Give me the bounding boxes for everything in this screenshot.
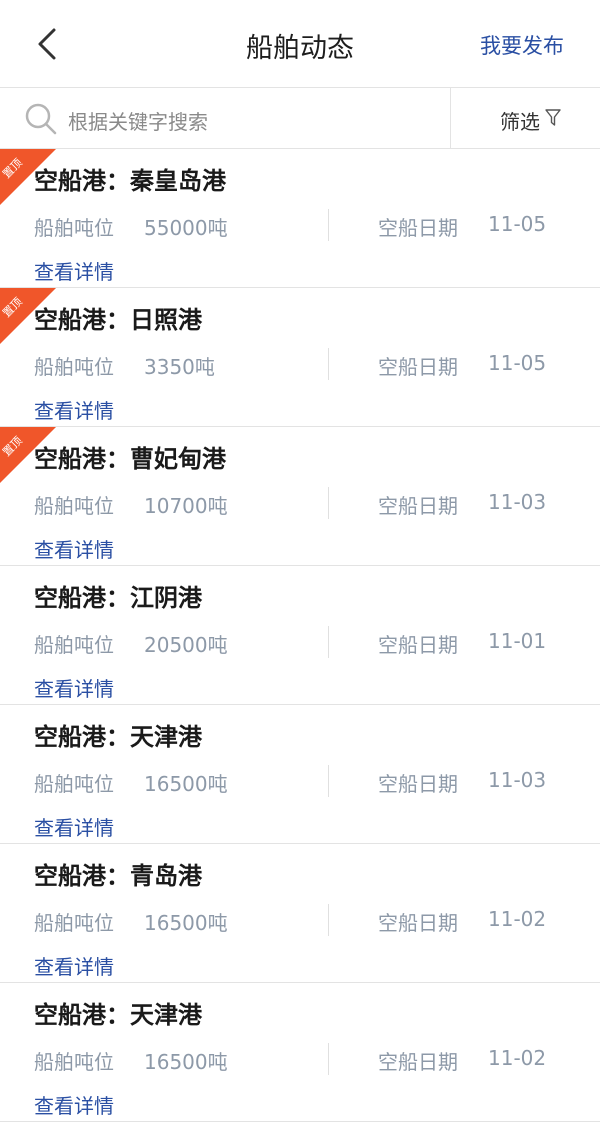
tonnage-value: 16500吨	[144, 1050, 228, 1074]
empty-date-label: 空船日期	[378, 1050, 458, 1074]
filter-button[interactable]: 筛选	[452, 88, 600, 148]
listing-title: 空船港：青岛港	[34, 862, 202, 890]
back-button[interactable]	[28, 24, 68, 64]
listing-card[interactable]: 空船港：江阴港 船舶吨位 20500吨 空船日期 11-01 查看详情	[0, 566, 600, 705]
funnel-icon	[545, 109, 561, 126]
empty-date-value: 11-05	[488, 351, 547, 375]
tonnage-label: 船舶吨位	[34, 216, 114, 240]
view-details-link[interactable]: 查看详情	[34, 812, 114, 841]
view-details-link[interactable]: 查看详情	[34, 1090, 114, 1119]
info-divider	[328, 209, 329, 241]
listing-info-row: 船舶吨位 16500吨 空船日期 11-02	[0, 1043, 600, 1075]
listing-title: 空船港：曹妃甸港	[34, 445, 226, 473]
listing-title: 空船港：日照港	[34, 306, 202, 334]
info-divider	[328, 765, 329, 797]
info-divider	[328, 487, 329, 519]
listing-card[interactable]: 空船港：天津港 船舶吨位 16500吨 空船日期 11-02 查看详情	[0, 983, 600, 1122]
filter-label: 筛选	[500, 110, 540, 134]
search-placeholder: 根据关键字搜索	[68, 110, 208, 134]
listing-card[interactable]: 置顶 空船港：秦皇岛港 船舶吨位 55000吨 空船日期 11-05 查看详情	[0, 149, 600, 288]
tonnage-label: 船舶吨位	[34, 911, 114, 935]
tonnage-value: 16500吨	[144, 911, 228, 935]
info-divider	[328, 904, 329, 936]
empty-date-value: 11-03	[488, 490, 547, 514]
view-details-link[interactable]: 查看详情	[34, 395, 114, 424]
listing-info-row: 船舶吨位 55000吨 空船日期 11-05	[0, 209, 600, 241]
empty-date-value: 11-01	[488, 629, 547, 653]
search-icon	[25, 103, 57, 135]
tonnage-label: 船舶吨位	[34, 1050, 114, 1074]
listing-title: 空船港：秦皇岛港	[34, 167, 226, 195]
listing-title: 空船港：江阴港	[34, 584, 202, 612]
tonnage-label: 船舶吨位	[34, 494, 114, 518]
view-details-link[interactable]: 查看详情	[34, 256, 114, 285]
empty-date-label: 空船日期	[378, 494, 458, 518]
empty-date-value: 11-02	[488, 1046, 547, 1070]
listing-info-row: 船舶吨位 16500吨 空船日期 11-02	[0, 904, 600, 936]
empty-date-value: 11-03	[488, 768, 547, 792]
info-divider	[328, 1043, 329, 1075]
view-details-link[interactable]: 查看详情	[34, 534, 114, 563]
tonnage-value: 20500吨	[144, 633, 228, 657]
listing-title: 空船港：天津港	[34, 723, 202, 751]
view-details-link[interactable]: 查看详情	[34, 951, 114, 980]
listing-card[interactable]: 置顶 空船港：曹妃甸港 船舶吨位 10700吨 空船日期 11-03 查看详情	[0, 427, 600, 566]
tonnage-value: 55000吨	[144, 216, 228, 240]
tonnage-label: 船舶吨位	[34, 633, 114, 657]
tonnage-value: 3350吨	[144, 355, 215, 379]
listing-info-row: 船舶吨位 20500吨 空船日期 11-01	[0, 626, 600, 658]
listing-card[interactable]: 空船港：天津港 船舶吨位 16500吨 空船日期 11-03 查看详情	[0, 705, 600, 844]
publish-button[interactable]: 我要发布	[480, 30, 564, 60]
empty-date-label: 空船日期	[378, 633, 458, 657]
listing-info-row: 船舶吨位 3350吨 空船日期 11-05	[0, 348, 600, 380]
view-details-link[interactable]: 查看详情	[34, 673, 114, 702]
empty-date-value: 11-02	[488, 907, 547, 931]
app-header: 船舶动态 我要发布	[0, 0, 600, 88]
empty-date-label: 空船日期	[378, 216, 458, 240]
empty-date-value: 11-05	[488, 212, 547, 236]
empty-date-label: 空船日期	[378, 355, 458, 379]
empty-date-label: 空船日期	[378, 772, 458, 796]
tonnage-value: 10700吨	[144, 494, 228, 518]
tonnage-label: 船舶吨位	[34, 355, 114, 379]
chevron-left-icon	[38, 28, 56, 60]
listing-info-row: 船舶吨位 16500吨 空船日期 11-03	[0, 765, 600, 797]
search-bar: 根据关键字搜索 筛选	[0, 88, 600, 149]
empty-date-label: 空船日期	[378, 911, 458, 935]
info-divider	[328, 626, 329, 658]
listing-card[interactable]: 空船港：青岛港 船舶吨位 16500吨 空船日期 11-02 查看详情	[0, 844, 600, 983]
listing-card[interactable]: 置顶 空船港：日照港 船舶吨位 3350吨 空船日期 11-05 查看详情	[0, 288, 600, 427]
tonnage-value: 16500吨	[144, 772, 228, 796]
listing-title: 空船港：天津港	[34, 1001, 202, 1029]
listing-list: 置顶 空船港：秦皇岛港 船舶吨位 55000吨 空船日期 11-05 查看详情 …	[0, 149, 600, 1122]
info-divider	[328, 348, 329, 380]
tonnage-label: 船舶吨位	[34, 772, 114, 796]
listing-info-row: 船舶吨位 10700吨 空船日期 11-03	[0, 487, 600, 519]
search-input[interactable]: 根据关键字搜索	[0, 88, 451, 148]
